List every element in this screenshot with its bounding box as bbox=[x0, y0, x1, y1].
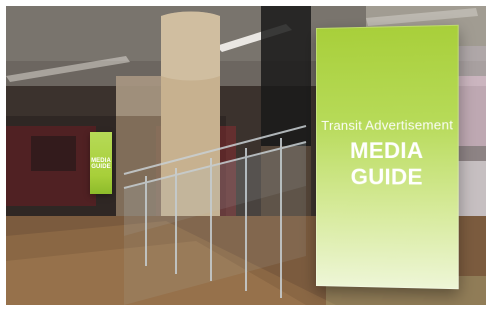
billboard: Transit Advertisement MEDIA GUIDE bbox=[316, 24, 459, 290]
billboard-subtitle: Transit Advertisement bbox=[321, 117, 454, 133]
billboard-title: MEDIA GUIDE bbox=[350, 137, 424, 190]
small-billboard: MEDIA GUIDE bbox=[90, 132, 112, 194]
subway-concourse-photo: MEDIA GUIDE Transit Advertisement MEDIA … bbox=[6, 6, 486, 305]
small-billboard-title: MEDIA GUIDE bbox=[91, 158, 111, 170]
image-frame: MEDIA GUIDE Transit Advertisement MEDIA … bbox=[0, 0, 492, 311]
